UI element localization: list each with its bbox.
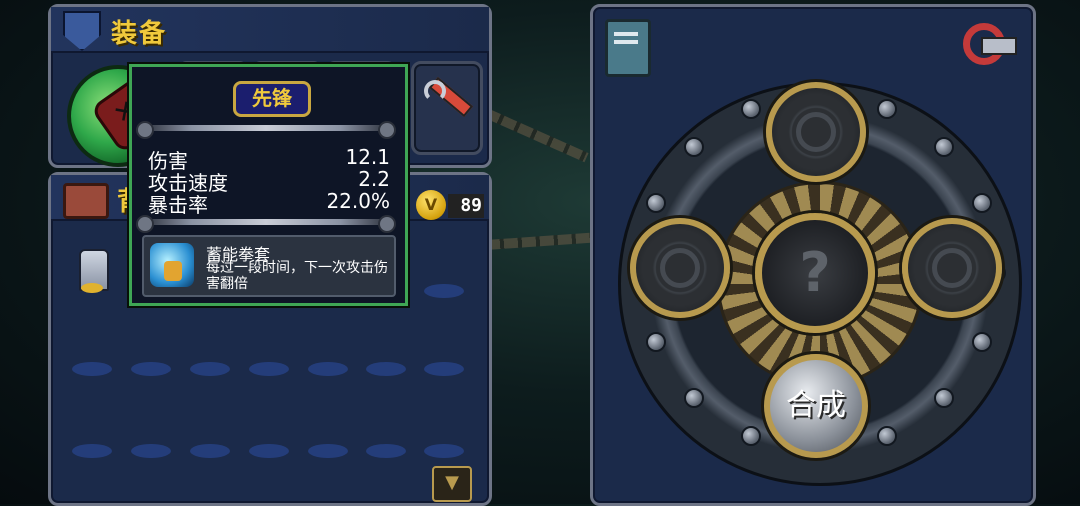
background-chain <box>485 232 597 250</box>
fusion-socket-top[interactable] <box>766 82 866 182</box>
rivet <box>877 99 897 119</box>
bag-slot[interactable] <box>190 362 230 376</box>
item-name: 先锋 <box>233 81 311 117</box>
rivet <box>877 426 897 446</box>
bag-slot[interactable] <box>72 362 112 376</box>
bag-slot[interactable] <box>424 362 464 376</box>
rivet <box>972 332 992 352</box>
exit-arrow-icon <box>981 37 1017 55</box>
charged-gauntlet-icon <box>150 243 194 287</box>
equipment-title: 装备 <box>111 19 168 49</box>
stat-value: 2.2 <box>358 167 390 191</box>
bag-slot[interactable] <box>366 362 406 376</box>
divider-top <box>136 121 396 139</box>
bag-slot[interactable] <box>424 444 464 458</box>
rivet <box>972 193 992 213</box>
rivet <box>646 193 666 213</box>
equipment-header: 装备 <box>51 7 489 53</box>
skill-box: 蓄能拳套 每过一段时间，下一次攻击伤害翻倍 <box>142 235 396 297</box>
question-mark-icon: ? <box>799 241 831 304</box>
bag-slot[interactable] <box>366 444 406 458</box>
stat-row-crit-rate: 暴击率 22.0% <box>148 189 390 217</box>
bag-slot[interactable] <box>249 362 289 376</box>
rivet <box>741 99 761 119</box>
scroll-down-button[interactable]: ▼ <box>432 466 472 502</box>
coin-icon: V <box>416 190 446 220</box>
bag-slot[interactable] <box>308 362 348 376</box>
stat-row-attack-speed: 攻击速度 2.2 <box>148 167 390 195</box>
rivet <box>646 332 666 352</box>
bag-slot[interactable] <box>72 444 112 458</box>
stat-value: 12.1 <box>345 145 390 169</box>
equipment-slot-5[interactable] <box>411 61 483 155</box>
rivet <box>684 388 704 408</box>
fusion-socket-left[interactable] <box>630 218 730 318</box>
rivet <box>934 137 954 157</box>
stat-label: 暴击率 <box>148 193 208 217</box>
fusion-socket-right[interactable] <box>902 218 1002 318</box>
bag-slot[interactable] <box>424 284 464 298</box>
rivet <box>741 426 761 446</box>
chest-icon <box>63 183 109 219</box>
stat-value: 22.0% <box>326 189 390 213</box>
fusion-result-slot: ? <box>755 213 875 333</box>
exit-button[interactable] <box>957 19 1019 77</box>
trophy-base <box>81 283 103 293</box>
stat-row-damage: 伤害 12.1 <box>148 145 390 173</box>
equipment-icon <box>63 11 101 51</box>
coin-count: 89 <box>448 194 484 218</box>
craft-button[interactable]: 合成 <box>764 354 868 458</box>
rivet <box>934 388 954 408</box>
recipe-book-icon[interactable] <box>605 19 651 77</box>
craft-label: 合成 <box>786 388 846 423</box>
rivet <box>684 137 704 157</box>
bag-slot[interactable] <box>131 444 171 458</box>
skill-description: 每过一段时间，下一次攻击伤害翻倍 <box>206 260 388 292</box>
divider-bottom <box>136 215 396 233</box>
bag-slot[interactable] <box>131 362 171 376</box>
hook-head <box>424 80 446 102</box>
coin-counter: V 89 <box>416 190 484 222</box>
background-chain <box>483 108 589 163</box>
item-tooltip: 先锋 伤害 12.1 攻击速度 2.2 暴击率 22.0% 蓄能拳套 每过一段时… <box>129 64 408 306</box>
bag-slot[interactable] <box>249 444 289 458</box>
bag-slot[interactable] <box>308 444 348 458</box>
bag-slot[interactable] <box>190 444 230 458</box>
